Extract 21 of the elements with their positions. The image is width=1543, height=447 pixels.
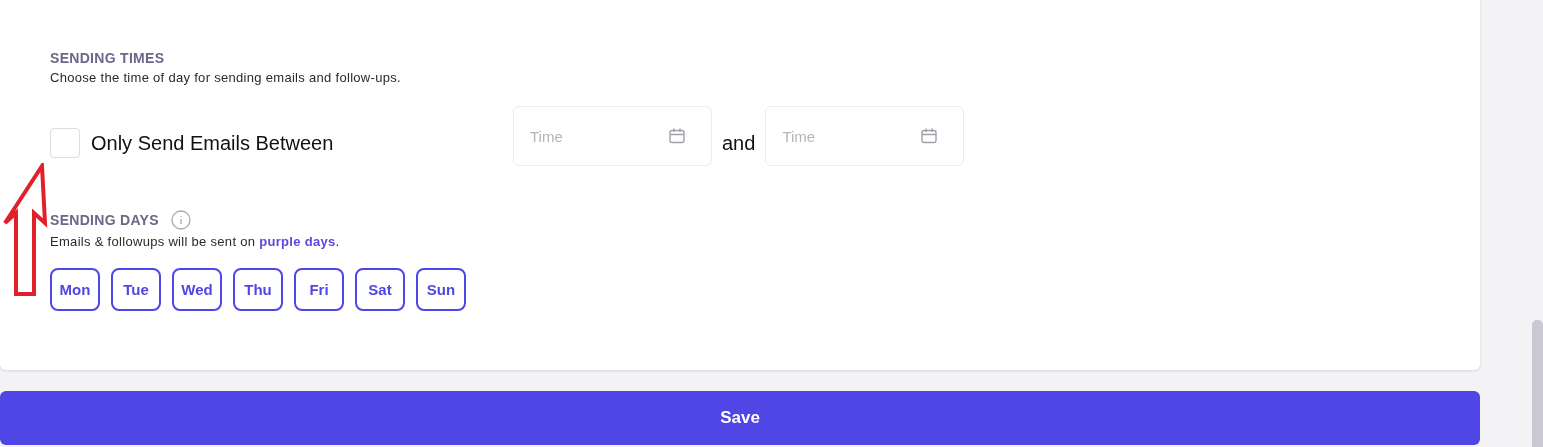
section-heading: SENDING DAYS [50,212,159,228]
section-description: Choose the time of day for sending emails and follow-ups. [50,70,402,85]
calendar-icon [920,127,939,145]
day-toggle[interactable]: Thu [233,268,283,311]
joiner-text: and [722,131,756,155]
calendar-icon [668,127,686,145]
day-toggle[interactable]: Tue [111,268,161,311]
checkbox-label: Only Send Emails Between [91,131,334,155]
time-field[interactable]: Time [513,106,712,166]
section-description: Emails & followups will be sent on purple days. [50,234,341,249]
day-toggle[interactable]: Sat [355,268,405,311]
checkbox[interactable] [50,128,80,158]
section-heading: SENDING TIMES [50,50,166,66]
day-toggle[interactable]: Sun [416,268,466,311]
time-field[interactable]: Time [765,106,965,166]
save-button[interactable]: Save [0,391,1480,445]
day-toggle[interactable]: Wed [172,268,222,311]
scrollbar-thumb[interactable] [1532,320,1543,447]
day-toggle[interactable]: Mon [50,268,100,311]
day-toggle[interactable]: Fri [294,268,344,311]
info-icon[interactable] [170,210,191,230]
